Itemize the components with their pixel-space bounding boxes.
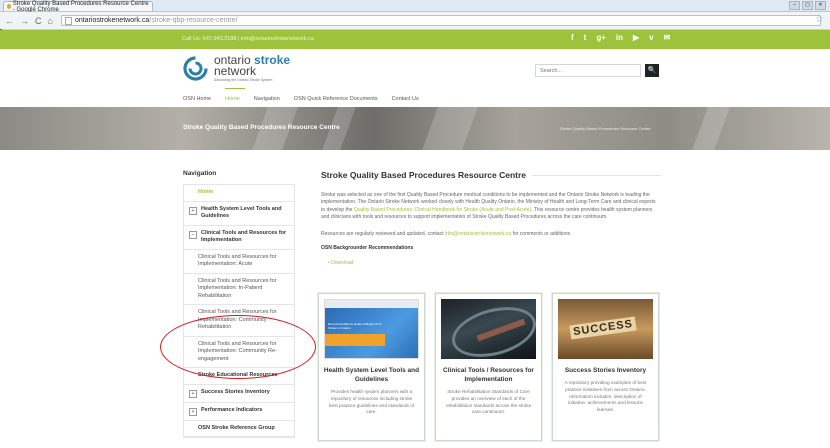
email-icon[interactable]: ✉ [664, 33, 671, 42]
breadcrumb[interactable]: Stroke Quality Based Procedures Resource… [560, 126, 651, 131]
sidebar-heading: Navigation [183, 170, 217, 177]
card-clinical-tools-image [441, 299, 536, 359]
tab-title: Stroke Quality Based Procedures Resource… [12, 0, 149, 13]
twitter-icon[interactable]: t [584, 33, 587, 42]
expand-plus-icon[interactable]: + [189, 407, 197, 416]
youtube-icon[interactable]: ▶ [633, 33, 639, 42]
page-banner: Stroke Quality Based Procedures Resource… [0, 107, 830, 150]
home-icon[interactable]: ⌂ [48, 16, 53, 26]
collapse-minus-icon[interactable]: − [189, 230, 197, 239]
page-icon [64, 16, 72, 25]
sidebar-item-label: Home [198, 189, 214, 195]
expand-plus-icon[interactable]: + [189, 389, 197, 398]
vimeo-icon[interactable]: v [649, 33, 653, 42]
sidebar-item-success-stories[interactable]: + Success Stories Inventory [184, 385, 294, 403]
social-links: f t g+ in ▶ v ✉ [571, 33, 670, 42]
card-clinical-tools[interactable]: Clinical Tools / Resources for Implement… [435, 293, 542, 441]
back-icon[interactable]: ← [5, 16, 14, 26]
sidebar-item-label: Performance Indicators [201, 406, 263, 413]
card-description: Provides health system planners with a r… [328, 389, 415, 415]
card-image-word: SUCCESS [569, 316, 637, 340]
main-menu: OSN Home Home Navigation OSN Quick Refer… [183, 88, 433, 102]
menu-contact-us[interactable]: Contact Us [392, 96, 419, 102]
menu-navigation[interactable]: Navigation [254, 96, 280, 102]
chrome-icon [7, 4, 11, 9]
backgrounder-heading: OSN Backgrounder Recommendations [321, 245, 414, 252]
sidebar-item-health-system[interactable]: + Health System Level Tools and Guideline… [184, 202, 294, 226]
top-contact-bar: Call Us: 647.943.3188 | info@ontariostro… [0, 30, 830, 49]
sidebar-navigation: Navigation Home + Health System Level Too… [183, 170, 295, 438]
intro-paragraph: Stroke was selected as one of the first … [321, 192, 661, 221]
logo-tagline: Advancing the Ontario Stroke System [214, 78, 273, 82]
sidebar-item-label: Clinical Tools and Resources for Impleme… [198, 277, 277, 299]
handbook-link[interactable]: Quality Based Procedures: Clinical Handb… [354, 207, 531, 213]
maximize-icon[interactable]: ▢ [802, 1, 813, 10]
url-domain: ontariostrokenetwork.ca [74, 17, 150, 24]
sidebar-item-label: Health System Level Tools and Guidelines [201, 205, 282, 220]
download-link[interactable]: • Download [328, 260, 661, 266]
facebook-icon[interactable]: f [571, 33, 574, 42]
sidebar-item-acute[interactable]: Clinical Tools and Resources for Impleme… [184, 250, 294, 274]
logo-swirl-icon [183, 56, 208, 81]
browser-tab[interactable]: Stroke Quality Based Procedures Resource… [3, 0, 153, 13]
card-description: Stroke Rehabilitation Standards of Care … [445, 389, 532, 415]
sidebar-item-label: OSN Stroke Reference Group [198, 424, 275, 431]
card-health-system-image: Recommendations Guide & Blueprint for St… [324, 299, 419, 359]
card-description: A repository providing examples of best … [564, 380, 647, 413]
page-title: Stroke Quality Based Procedures Resource… [321, 170, 527, 180]
close-icon[interactable]: ✕ [815, 1, 826, 10]
contact-text-end: for comments or additions [512, 231, 571, 238]
resource-cards: Recommendations Guide & Blueprint for St… [318, 293, 659, 441]
annotation-highlight-circle [160, 315, 316, 379]
card-title[interactable]: Health System Level Tools and Guidelines [319, 366, 424, 384]
card-title[interactable]: Clinical Tools / Resources for Implement… [436, 366, 541, 384]
contact-paragraph: Resources are regularly reviewed and upd… [321, 231, 661, 237]
linkedin-icon[interactable]: in [616, 33, 623, 42]
address-bar[interactable]: ontariostrokenetwork.ca/stroke-qbp-resou… [60, 15, 821, 26]
search-button[interactable]: 🔍 [645, 64, 659, 77]
menu-osn-home[interactable]: OSN Home [183, 96, 211, 102]
bookmark-star-icon[interactable]: ☆ [815, 14, 824, 25]
sidebar-item-clinical-tools[interactable]: − Clinical Tools and Resources for Implem… [184, 226, 294, 250]
sidebar-item-label: Clinical Tools and Resources for Impleme… [198, 253, 277, 268]
browser-title-bar: Stroke Quality Based Procedures Resource… [0, 0, 830, 13]
sidebar-item-label: Clinical Tools and Resources for Impleme… [201, 229, 287, 244]
logo-word-stroke: stroke [254, 53, 291, 67]
email-link[interactable]: info@ontariostrokenetwork.ca [445, 231, 511, 237]
card-image-caption: Recommendations Guide & Blueprint for St… [328, 322, 382, 330]
site-logo[interactable]: ontario stroke network Advancing the Ont… [183, 53, 291, 82]
sidebar-item-inpatient-rehab[interactable]: Clinical Tools and Resources for Impleme… [184, 274, 294, 305]
window-controls: – ▢ ✕ [789, 1, 826, 10]
forward-icon[interactable]: → [20, 16, 29, 26]
sidebar-item-home[interactable]: Home [184, 185, 294, 202]
search-input[interactable] [535, 64, 641, 77]
contact-info[interactable]: Call Us: 647.943.3188 | info@ontariostro… [182, 36, 314, 42]
card-success-stories[interactable]: SUCCESS Success Stories Inventory A repo… [552, 293, 659, 441]
sidebar-item-label: Success Stories Inventory [201, 388, 270, 395]
main-content: Stroke Quality Based Procedures Resource… [321, 170, 661, 266]
card-title[interactable]: Success Stories Inventory [553, 366, 658, 375]
sidebar-item-performance[interactable]: + Performance Indicators [184, 403, 294, 421]
card-health-system[interactable]: Recommendations Guide & Blueprint for St… [318, 293, 425, 441]
expand-plus-icon[interactable]: + [189, 206, 197, 215]
reload-icon[interactable]: C [35, 16, 42, 26]
browser-toolbar: ← → C ⌂ ontariostrokenetwork.ca/stroke-q… [0, 12, 830, 30]
card-success-stories-image: SUCCESS [558, 299, 653, 359]
banner-title: Stroke Quality Based Procedures Resource… [183, 124, 340, 131]
url-path: /stroke-qbp-resource-centre/ [149, 17, 238, 24]
download-label: Download [331, 260, 354, 267]
menu-quick-reference[interactable]: OSN Quick Reference Documents [294, 96, 378, 102]
logo-word-network: network [214, 64, 257, 78]
minimize-icon[interactable]: – [789, 1, 800, 10]
contact-text: Resources are regularly reviewed and upd… [321, 231, 444, 238]
sidebar-item-reference-group[interactable]: OSN Stroke Reference Group [184, 421, 294, 437]
menu-home[interactable]: Home [225, 88, 245, 102]
google-plus-icon[interactable]: g+ [596, 33, 606, 42]
